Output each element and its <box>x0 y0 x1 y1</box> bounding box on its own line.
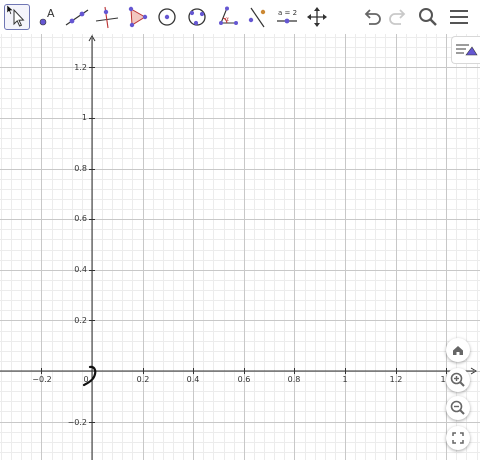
redo-icon <box>389 9 406 25</box>
toolbar: A α a = 2 <box>0 0 480 34</box>
x-tick-label: −0.2 <box>32 375 51 384</box>
reflect-tool-button[interactable] <box>244 4 270 30</box>
x-tick-label: 1.2 <box>390 375 403 384</box>
x-tick-label: 1 <box>342 375 347 384</box>
undo-button[interactable] <box>360 5 384 29</box>
undo-icon <box>364 9 381 25</box>
polygon-tool-button[interactable] <box>124 4 150 30</box>
conic-through-points-icon <box>188 8 206 26</box>
point-tool-button[interactable]: A <box>34 4 60 30</box>
coordinate-grid[interactable]: −0.2 0 0.2 0.4 0.6 0.8 1 1.2 1 1.2 1 0.8… <box>0 34 480 460</box>
x-axis <box>0 367 477 375</box>
point-tool-label: A <box>47 7 55 20</box>
perpendicular-tool-button[interactable] <box>94 4 120 30</box>
search-button[interactable] <box>416 5 440 29</box>
x-tick-label: 0.8 <box>288 375 301 384</box>
zoom-out-button[interactable] <box>446 396 470 420</box>
line-through-points-icon <box>65 9 89 26</box>
home-icon <box>453 346 463 355</box>
move-graphics-view-icon <box>307 7 327 27</box>
y-tick-label: 1.2 <box>74 63 87 72</box>
y-tick-label: 0.2 <box>74 316 87 325</box>
perpendicular-line-icon <box>95 6 119 29</box>
zoom-in-button[interactable] <box>446 368 470 392</box>
angle-icon: α <box>219 6 238 25</box>
slider-icon: a = 2 <box>277 9 297 24</box>
redo-button[interactable] <box>386 5 410 29</box>
menu-icon <box>450 10 468 24</box>
move-view-tool-button[interactable] <box>304 4 330 30</box>
x-tick-label: 0.2 <box>137 375 150 384</box>
search-icon <box>419 8 437 26</box>
slider-tool-button[interactable]: a = 2 <box>274 4 300 30</box>
y-tick-label: 0.4 <box>74 265 87 274</box>
graphics-view[interactable]: −0.2 0 0.2 0.4 0.6 0.8 1 1.2 1 1.2 1 0.8… <box>0 34 480 460</box>
slider-tool-label: a = 2 <box>278 9 297 17</box>
x-tick-label: 1 <box>440 375 445 384</box>
zoom-out-icon <box>450 400 465 415</box>
minor-gridlines <box>0 34 480 460</box>
fullscreen-button[interactable] <box>446 426 470 450</box>
reflect-about-line-icon <box>248 7 266 28</box>
fullscreen-icon <box>452 432 464 444</box>
mouse-cursor-icon <box>6 0 15 15</box>
y-axis <box>88 35 96 460</box>
polygon-icon <box>128 6 148 28</box>
circle-tool-button[interactable] <box>154 4 180 30</box>
y-tick-label: 0.8 <box>74 164 87 173</box>
point-icon: A <box>39 7 55 26</box>
y-tick-label: −0.2 <box>68 418 87 427</box>
circle-center-point-icon <box>158 8 176 26</box>
style-bar-icon <box>456 44 478 56</box>
style-bar-toggle-button[interactable] <box>451 36 480 64</box>
main-menu-button[interactable] <box>447 5 471 29</box>
y-axis-labels: 1.2 1 0.8 0.6 0.4 0.2 −0.2 <box>68 63 87 427</box>
y-tick-label: 0.6 <box>74 214 87 223</box>
zoom-in-icon <box>450 372 465 387</box>
x-tick-label: 0.4 <box>187 375 200 384</box>
y-tick-label: 1 <box>82 113 87 122</box>
line-tool-button[interactable] <box>64 4 90 30</box>
svg-text:α: α <box>225 16 229 23</box>
x-tick-label: 0.6 <box>238 375 251 384</box>
angle-tool-button[interactable]: α <box>214 4 240 30</box>
home-button[interactable] <box>446 338 470 362</box>
conic-tool-button[interactable] <box>184 4 210 30</box>
